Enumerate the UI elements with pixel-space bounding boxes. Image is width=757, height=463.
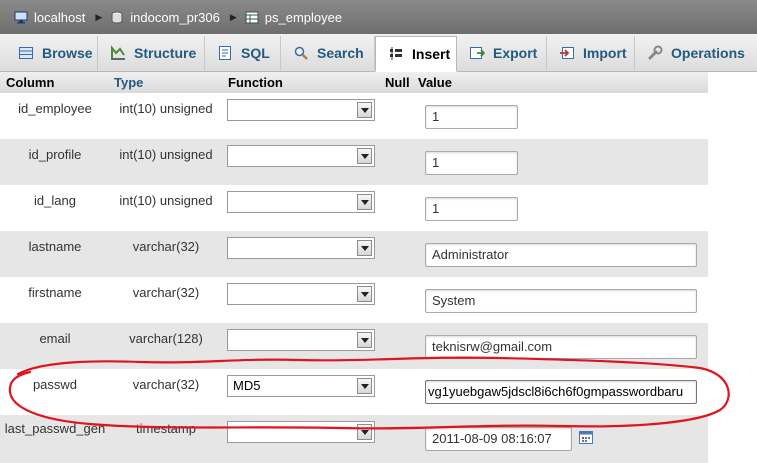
column-name: last_passwd_gen [4,421,106,436]
column-type: varchar(128) [129,331,203,346]
chevron-down-icon[interactable] [357,194,372,210]
header-column: Column [6,75,55,90]
breadcrumb: localhost ▶ indocom_pr306 ▶ ps_employee [0,0,757,34]
column-name: id_profile [28,147,82,162]
column-name: lastname [28,239,82,254]
column-type: varchar(32) [132,239,200,254]
tab-operations-label: Operations [671,45,745,61]
browse-icon [19,47,33,59]
table-row: passwd varchar(32) MD5 vg1yuebgaw5jdscl8… [0,369,708,415]
column-type: int(10) unsigned [119,101,213,116]
tab-browse-label: Browse [42,45,93,61]
column-name: email [39,331,71,346]
column-name: id_employee [18,101,92,116]
table-row: id_lang int(10) unsigned 1 [0,185,708,231]
function-select-value: MD5 [233,378,261,393]
chevron-down-icon[interactable] [357,102,372,118]
tab-operations[interactable]: Operations [635,36,753,70]
chevron-down-icon[interactable] [357,378,372,394]
chevron-right-icon: ▶ [229,11,237,22]
function-select[interactable] [227,237,375,259]
function-select[interactable] [227,145,375,167]
export-icon [470,47,485,59]
tab-insert[interactable]: Insert [375,36,457,72]
breadcrumb-database[interactable]: indocom_pr306 [110,10,220,25]
table-row: id_employee int(10) unsigned 1 [0,93,708,139]
table-row: lastname varchar(32) Administrator [0,231,708,277]
function-select[interactable] [227,191,375,213]
value-input[interactable]: 1 [425,151,518,175]
database-icon [111,11,123,23]
breadcrumb-table[interactable]: ps_employee [245,10,342,25]
password-input[interactable]: vg1yuebgaw5jdscl8i6ch6f0gmpasswordbaru [425,380,697,404]
chevron-down-icon[interactable] [357,286,372,302]
breadcrumb-table-label: ps_employee [264,9,343,25]
chevron-down-icon[interactable] [357,240,372,256]
function-select[interactable]: MD5 [227,375,375,397]
import-icon [560,47,574,59]
table-row: last_passwd_gen timestamp 2011-08-09 08:… [0,415,708,463]
tab-search[interactable]: Search [281,36,375,70]
header-null: Null [385,75,410,90]
column-type: int(10) unsigned [119,193,213,208]
function-select[interactable] [227,421,375,443]
header-type[interactable]: Type [114,75,143,90]
column-type: int(10) unsigned [119,147,213,162]
tab-bar: Browse Structure SQL Search Insert Expor… [0,34,757,72]
table-row: id_profile int(10) unsigned 1 [0,139,708,185]
calendar-icon[interactable] [579,431,593,444]
value-input[interactable]: System [425,289,697,313]
function-select[interactable] [227,283,375,305]
tab-structure[interactable]: Structure [98,36,205,70]
column-type: timestamp [136,421,196,436]
tab-structure-label: Structure [134,45,197,61]
chevron-down-icon[interactable] [357,424,372,440]
timestamp-input[interactable]: 2011-08-09 08:16:07 [425,427,572,451]
tab-browse[interactable]: Browse [6,36,98,70]
value-input[interactable]: 1 [425,105,518,129]
function-select[interactable] [227,329,375,351]
table-icon [245,11,259,23]
value-input[interactable]: teknisrw@gmail.com [425,335,697,359]
breadcrumb-server-label: localhost [34,9,86,25]
chevron-down-icon[interactable] [357,148,372,164]
header-value: Value [418,75,452,90]
tab-insert-label: Insert [412,46,451,62]
tab-export-label: Export [493,45,538,61]
search-icon [294,46,308,60]
wrench-icon [648,45,663,60]
table-row: email varchar(128) teknisrw@gmail.com [0,323,708,369]
table-row: firstname varchar(32) System [0,277,708,323]
column-type: varchar(32) [132,377,200,392]
tab-sql-label: SQL [241,45,270,61]
column-name: passwd [32,377,78,392]
column-name: firstname [28,285,82,300]
table-header: Column Type Function Null Value [0,72,708,93]
tab-import-label: Import [583,45,627,61]
value-input[interactable]: Administrator [425,243,697,267]
header-function: Function [228,75,283,90]
tab-export[interactable]: Export [457,36,547,70]
insert-icon [390,47,402,60]
structure-icon [111,45,125,60]
breadcrumb-database-label: indocom_pr306 [130,9,220,25]
insert-form-table: Column Type Function Null Value id_emplo… [0,72,708,463]
function-select[interactable] [227,99,375,121]
breadcrumb-server[interactable]: localhost [14,10,85,25]
column-type: varchar(32) [132,285,200,300]
tab-import[interactable]: Import [547,36,635,70]
tab-search-label: Search [317,45,364,61]
chevron-down-icon[interactable] [357,332,372,348]
chevron-right-icon: ▶ [95,11,103,22]
tab-sql[interactable]: SQL [205,36,281,70]
column-name: id_lang [34,193,76,208]
sql-icon [219,46,231,60]
value-input[interactable]: 1 [425,197,518,221]
server-icon [14,11,28,23]
